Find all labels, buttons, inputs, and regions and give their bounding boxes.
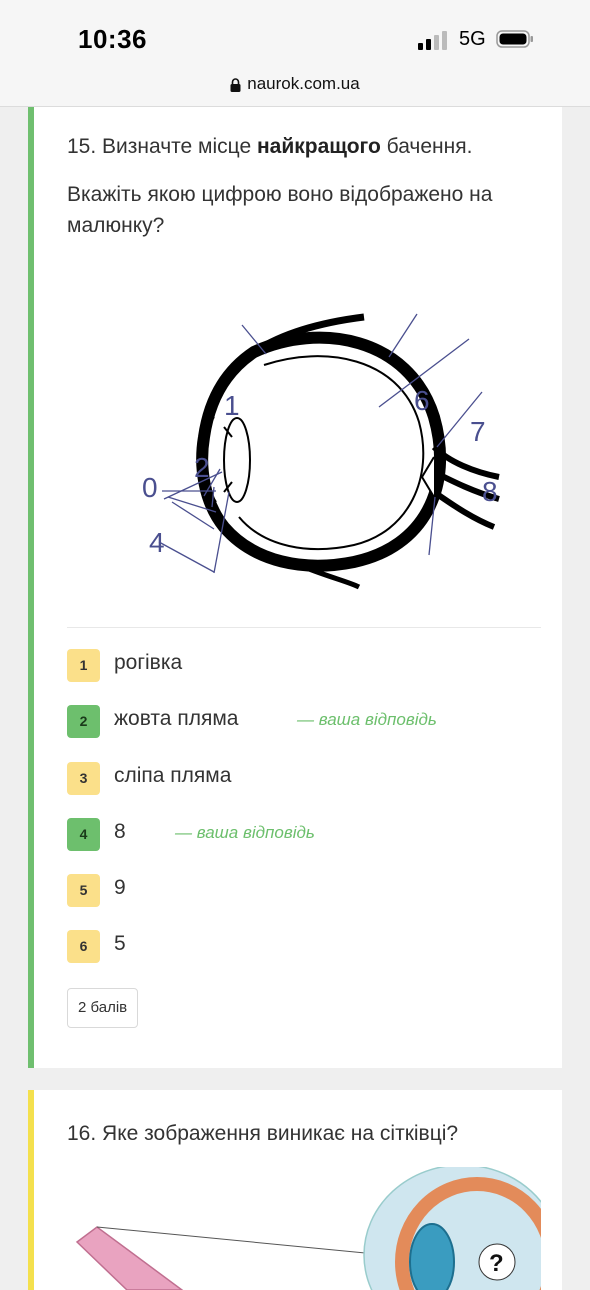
option-number-badge: 1 (67, 649, 100, 682)
option-number-badge: 5 (67, 874, 100, 907)
eye-diagram: 1 6 7 8 2 0 4 3 5 9 (142, 313, 500, 597)
option-label: рогівка (114, 651, 183, 674)
clock: 10:36 (78, 24, 147, 54)
eye-label-3: 3 (157, 592, 173, 597)
question-subtext: Вкажіть якою цифрою воно відображено на … (67, 183, 493, 237)
question-bold: найкращого (256, 135, 381, 158)
eye-label-7: 7 (470, 416, 486, 447)
your-answer-note: — ваша відповідь (175, 823, 315, 842)
question-title: 15. Визначте місце найкращого бачення. (67, 135, 473, 158)
battery-icon (496, 30, 533, 48)
question-title: 16. Яке зображення виникає на сітківці? (67, 1122, 459, 1145)
points-badge: 2 балів (67, 988, 139, 1028)
lock-icon (230, 77, 241, 92)
option-label: 9 (114, 876, 126, 899)
question-card-15: 15. Визначте місце найкращого бачення. В… (28, 107, 562, 1068)
eye-label-4: 4 (149, 527, 165, 558)
option-label: 5 (114, 932, 126, 955)
url-text: naurok.com.ua (247, 74, 360, 93)
option-label: жовта пляма (114, 707, 239, 730)
divider (67, 627, 541, 628)
eye-image-diagram: ? (75, 1167, 541, 1290)
signal-icon (418, 31, 447, 50)
option-number-badge: 2 (67, 705, 100, 738)
eye-label-0: 0 (142, 472, 158, 503)
eye-label-2: 2 (194, 452, 210, 483)
option-label: 8 (114, 820, 126, 843)
option-number-badge: 6 (67, 930, 100, 963)
address-bar[interactable]: naurok.com.ua (0, 74, 590, 94)
question-card-16: 16. Яке зображення виникає на сітківці? … (28, 1090, 562, 1290)
question-mark-label: ? (489, 1250, 504, 1277)
option-label: сліпа пляма (114, 764, 232, 787)
eye-label-6: 6 (414, 385, 430, 416)
option-number-badge: 3 (67, 762, 100, 795)
your-answer-note: — ваша відповідь (297, 710, 437, 729)
eye-label-1: 1 (224, 390, 240, 421)
network-type: 5G (459, 28, 486, 50)
option-number-badge: 4 (67, 818, 100, 851)
browser-status-bar: 10:36 5G naurok.com.ua (0, 0, 590, 107)
eye-label-8: 8 (482, 476, 498, 507)
